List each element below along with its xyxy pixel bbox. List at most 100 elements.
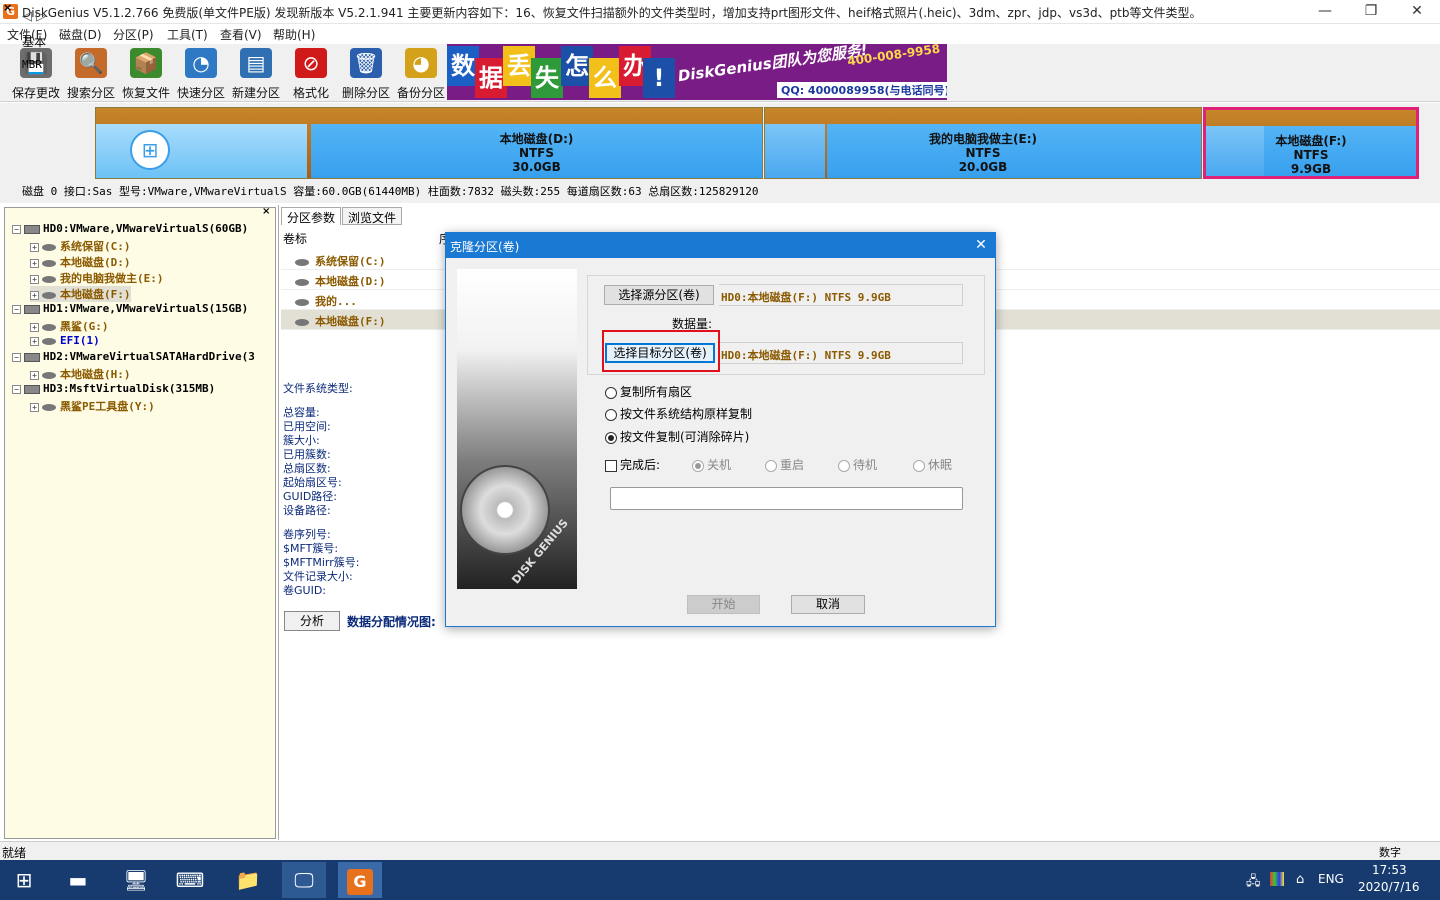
hdd-platter-icon	[460, 465, 550, 555]
tree-partition-node[interactable]: + 系统保留(C:)	[30, 238, 131, 254]
tree-disk-node[interactable]: − HD3:MsftVirtualDisk(315MB)	[12, 382, 215, 398]
toolbar-new-partition-button[interactable]: ▤ 新建分区	[228, 46, 284, 100]
toolbar-label: 新建分区	[231, 86, 280, 100]
tree-close-button[interactable]: ×	[262, 206, 270, 217]
radio-icon[interactable]	[605, 431, 617, 444]
expand-toggle-icon[interactable]: +	[30, 258, 39, 268]
taskbar-start-button[interactable]: ⊞	[2, 862, 46, 898]
tray-time[interactable]: 17:53	[1372, 863, 1407, 877]
power-label: 休眠	[928, 458, 953, 472]
menu-partition[interactable]: 分区(P)	[113, 26, 154, 43]
restore-button[interactable]: ❐	[1348, 0, 1394, 24]
tree-partition-node[interactable]: + 本地磁盘(F:)	[30, 286, 131, 302]
toolbar-backup-partition-button[interactable]: ◕ 备份分区	[393, 46, 449, 100]
cancel-button[interactable]: 取消	[791, 595, 865, 614]
expand-toggle-icon[interactable]: +	[30, 336, 39, 346]
partition-icon	[42, 371, 56, 379]
tree-disk-node[interactable]: − HD1:VMware,VMwareVirtualS(15GB)	[12, 302, 248, 318]
menu-tools[interactable]: 工具(T)	[167, 26, 208, 43]
tray-date[interactable]: 2020/7/16	[1358, 880, 1420, 894]
network-icon[interactable]: 🖧	[1246, 872, 1261, 894]
tree-partition-node[interactable]: + 黑鲨PE工具盘(Y:)	[30, 398, 155, 414]
taskbar-folder-button[interactable]: 📁	[226, 862, 270, 898]
color-icon[interactable]	[1270, 872, 1284, 886]
disk-icon	[24, 384, 40, 394]
tree-partition-node[interactable]: + 我的电脑我做主(E:)	[30, 270, 164, 286]
tab-partition-params[interactable]: 分区参数	[281, 207, 342, 225]
radio-icon[interactable]	[605, 386, 617, 399]
radio-icon[interactable]	[765, 459, 777, 472]
disk-style-label: MBR	[22, 58, 42, 71]
expand-toggle-icon[interactable]: −	[12, 384, 21, 394]
partition-icon	[42, 337, 56, 345]
diskmap-close-button[interactable]: ×	[3, 1, 12, 14]
tree-partition-node[interactable]: + 本地磁盘(H:)	[30, 366, 131, 382]
checkbox-icon[interactable]	[605, 459, 617, 472]
expand-toggle-icon[interactable]: +	[30, 322, 39, 332]
option-copy-by-file[interactable]: 按文件复制(可消除碎片)	[605, 428, 749, 445]
tray-language[interactable]: ENG	[1318, 872, 1344, 886]
partition-icon	[295, 278, 309, 286]
toolbar-recover-file-button[interactable]: 📦 恢复文件	[118, 46, 174, 100]
expand-toggle-icon[interactable]: −	[12, 304, 21, 314]
partition-block-e[interactable]: 我的电脑我做主(E:) NTFS 20.0GB	[764, 107, 1202, 179]
expand-toggle-icon[interactable]: −	[12, 224, 21, 234]
toolbar-label: 备份分区	[396, 86, 445, 100]
option-copy-fs-structure[interactable]: 按文件系统结构原样复制	[605, 405, 752, 422]
computer-icon: 🖥	[123, 868, 149, 892]
partition-block-f[interactable]: 本地磁盘(F:) NTFS 9.9GB	[1203, 107, 1419, 179]
taskbar-drive-button[interactable]: ▬	[56, 862, 100, 898]
toolbar-format-button[interactable]: ⊘ 格式化	[283, 46, 339, 100]
disk-nav-arrows[interactable]: ◁ ▷	[22, 9, 46, 24]
tree-disk-node[interactable]: − HD2:VMwareVirtualSATAHardDrive(3	[12, 350, 255, 366]
taskbar-computer-button[interactable]: 🖥	[114, 862, 158, 898]
menu-help[interactable]: 帮助(H)	[273, 26, 315, 43]
toolbar-delete-partition-button[interactable]: 🗑 删除分区	[338, 46, 394, 100]
data-allocation-label: 数据分配情况图:	[347, 615, 436, 629]
menu-disk[interactable]: 磁盘(D)	[59, 26, 102, 43]
toolbar-search-button[interactable]: 🔍 搜索分区	[63, 46, 119, 100]
toolbar-save-button[interactable]: 💾 保存更改	[8, 46, 64, 100]
tree-partition-node[interactable]: + 黑鲨(G:)	[30, 318, 109, 334]
usb-icon[interactable]: ⌂	[1296, 872, 1304, 887]
expand-toggle-icon[interactable]: +	[30, 242, 39, 252]
radio-icon[interactable]	[913, 459, 925, 472]
toolbar-quick-partition-button[interactable]: ◔ 快速分区	[173, 46, 229, 100]
window-title: DiskGenius V5.1.2.766 免费版(单文件PE版) 发现新版本 …	[22, 6, 1202, 20]
expand-toggle-icon[interactable]: +	[30, 274, 39, 284]
expand-toggle-icon[interactable]: +	[30, 402, 39, 412]
start-icon: ⊞	[15, 868, 33, 892]
analyze-button[interactable]: 分析	[284, 611, 340, 631]
dialog-close-button[interactable]: ✕	[970, 234, 992, 256]
option-label: 按文件系统结构原样复制	[620, 407, 753, 421]
radio-icon[interactable]	[692, 459, 704, 472]
ad-banner[interactable]: 数据丢失怎么办! DiskGenius团队为您服务! 400-008-9958 …	[447, 44, 947, 100]
partition-size: 30.0GB	[512, 160, 561, 174]
expand-toggle-icon[interactable]: −	[12, 352, 21, 362]
minimize-button[interactable]: —	[1302, 0, 1348, 24]
expand-toggle-icon[interactable]: +	[30, 370, 39, 380]
tree-node-label: HD2:VMwareVirtualSATAHardDrive(3	[43, 350, 255, 363]
format-icon: ⊘	[295, 48, 327, 78]
taskbar-diskgenius-button[interactable]: G	[338, 862, 382, 898]
taskbar-monitor-button[interactable]: 🖵	[282, 862, 326, 898]
tree-disk-node[interactable]: − HD0:VMware,VMwareVirtualS(60GB)	[12, 222, 248, 238]
after-done-checkbox[interactable]: 完成后:	[605, 456, 660, 473]
power-option-shutdown[interactable]: 关机	[692, 456, 731, 473]
power-option-hibernate[interactable]: 休眠	[913, 456, 952, 473]
taskbar-keyboard-button[interactable]: ⌨	[168, 862, 212, 898]
tree-partition-node[interactable]: + 本地磁盘(D:)	[30, 254, 131, 270]
radio-icon[interactable]	[605, 408, 617, 421]
expand-toggle-icon[interactable]: +	[30, 290, 39, 300]
tree-partition-node[interactable]: + EFI(1)	[30, 334, 100, 350]
radio-icon[interactable]	[838, 459, 850, 472]
option-copy-all-sectors[interactable]: 复制所有扇区	[605, 383, 692, 400]
power-option-restart[interactable]: 重启	[765, 456, 804, 473]
menu-view[interactable]: 查看(V)	[220, 26, 262, 43]
partition-block-d[interactable]: 本地磁盘(D:) NTFS 30.0GB	[95, 107, 763, 179]
tab-browse-files[interactable]: 浏览文件	[342, 207, 403, 225]
power-option-standby[interactable]: 待机	[838, 456, 877, 473]
close-window-button[interactable]: ✕	[1394, 0, 1440, 24]
select-source-button[interactable]: 选择源分区(卷)	[604, 285, 714, 305]
tree-node-label: 黑鲨(G:)	[60, 320, 109, 333]
